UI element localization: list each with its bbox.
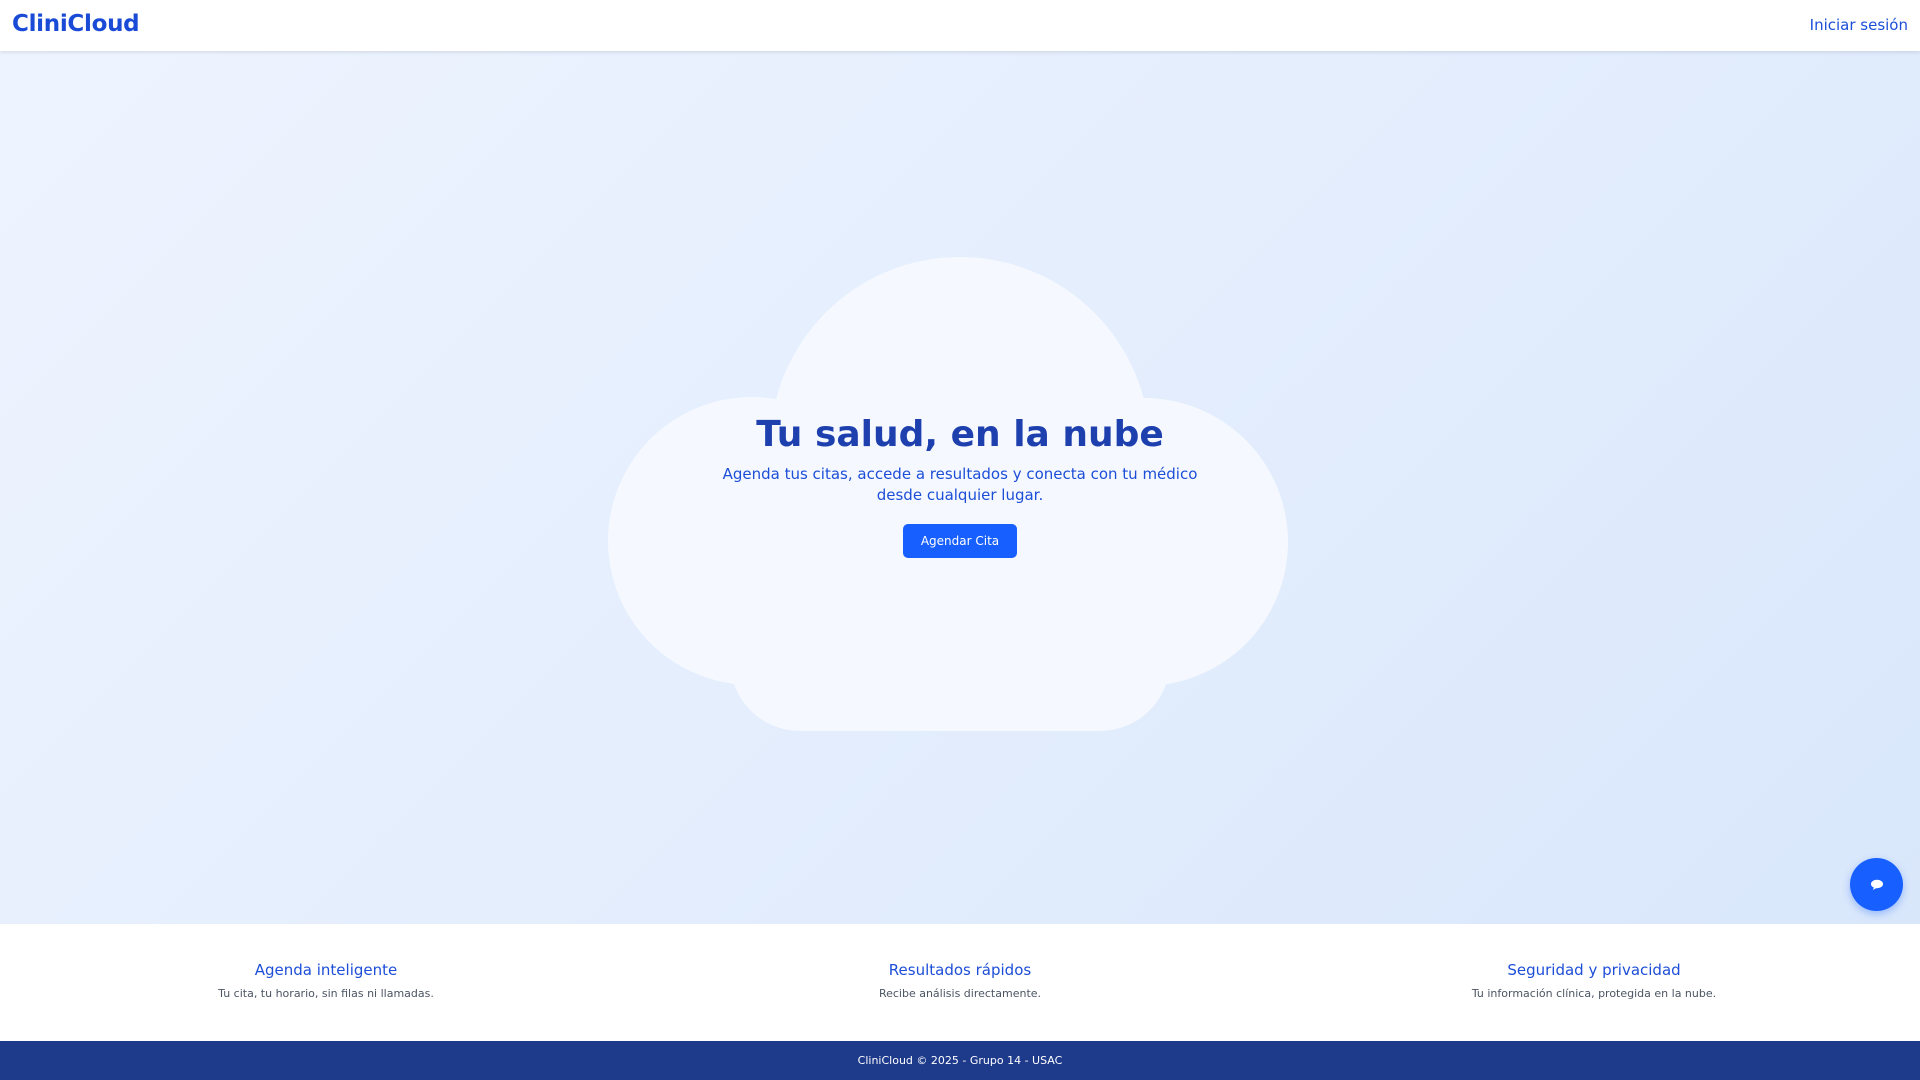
schedule-appointment-button[interactable]: Agendar Cita (902, 524, 1018, 558)
hero-section: Tu salud, en la nube Agenda tus citas, a… (0, 51, 1920, 924)
footer-copyright: CliniCloud © 2025 - Grupo 14 - USAC (857, 1054, 1063, 1067)
hero-subtitle: Agenda tus citas, accede a resultados y … (722, 465, 1198, 504)
footer: CliniCloud © 2025 - Grupo 14 - USAC (0, 1041, 1920, 1080)
hero-title: Tu salud, en la nube (756, 414, 1164, 455)
feature-title: Resultados rápidos (888, 961, 1032, 979)
feature-fast-results: Resultados rápidos Recibe análisis direc… (710, 960, 1210, 1002)
hero-content: Tu salud, en la nube Agenda tus citas, a… (710, 412, 1210, 558)
navbar: CliniCloud Iniciar sesión (0, 0, 1920, 51)
brand-logo[interactable]: CliniCloud (12, 11, 140, 37)
feature-description: Tu información clínica, protegida en la … (1471, 987, 1717, 1000)
feature-title: Agenda inteligente (254, 961, 398, 979)
chat-bubble-icon (1870, 879, 1883, 890)
feature-description: Recibe análisis directamente. (878, 987, 1042, 1000)
features-section: Agenda inteligente Tu cita, tu horario, … (0, 924, 1920, 1041)
feature-description: Tu cita, tu horario, sin filas ni llamad… (218, 987, 434, 1000)
login-link[interactable]: Iniciar sesión (1810, 16, 1908, 34)
feature-title: Seguridad y privacidad (1507, 961, 1681, 979)
feature-security-privacy: Seguridad y privacidad Tu información cl… (1344, 960, 1844, 1002)
chat-button[interactable] (1850, 858, 1903, 911)
feature-smart-scheduling: Agenda inteligente Tu cita, tu horario, … (76, 960, 576, 1002)
